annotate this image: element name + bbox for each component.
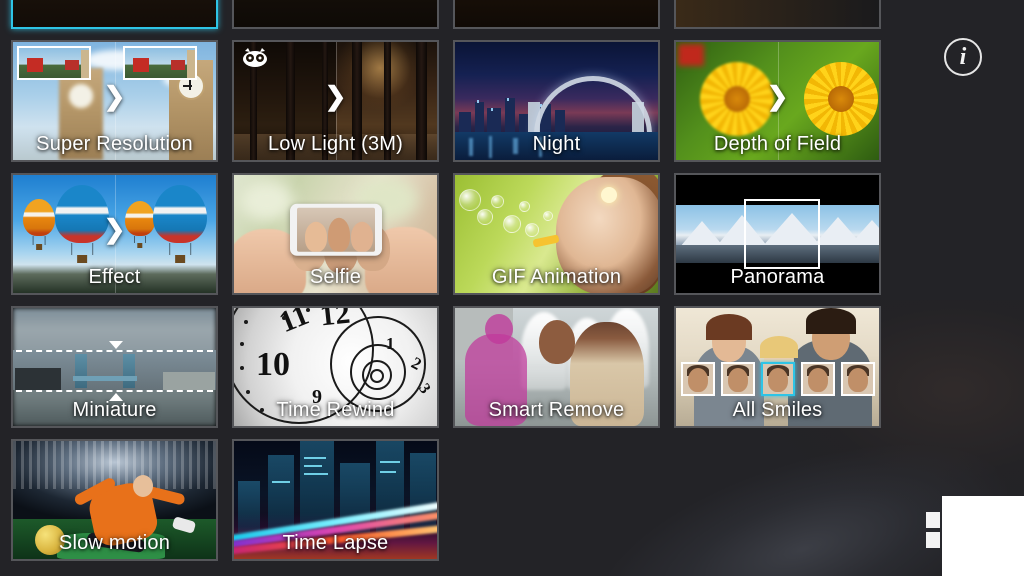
after-thumbnail: [123, 46, 197, 80]
mode-tile-gif-animation[interactable]: GIF Animation: [453, 173, 660, 295]
removed-subject-head: [485, 314, 513, 344]
tile-artwork: 11 12 10 1 2 9 3: [234, 308, 437, 426]
before-after-chevron-icon: ❯: [324, 81, 347, 112]
mode-tile-row0-b[interactable]: [232, 0, 439, 29]
mode-tile-miniature[interactable]: Miniature: [11, 306, 218, 428]
tile-artwork: [13, 308, 216, 426]
mode-tile-row0-a[interactable]: [11, 0, 218, 29]
tile-artwork: [13, 0, 216, 27]
face-thumbnail[interactable]: [800, 362, 835, 396]
before-after-chevron-icon: ❯: [766, 81, 789, 112]
clock-numeral: 10: [256, 346, 290, 383]
mode-tile-super-resolution[interactable]: ❯ Super Resolution: [11, 40, 218, 162]
info-circle-icon[interactable]: i: [944, 38, 982, 76]
mode-tile-row0-c[interactable]: [453, 0, 660, 29]
mode-tile-depth-of-field[interactable]: ❯ Depth of Field: [674, 40, 881, 162]
removed-subject-silhouette: [465, 334, 527, 426]
focus-marker-bottom-icon: [109, 393, 123, 401]
tile-artwork: [13, 441, 216, 559]
white-panel[interactable]: [942, 496, 1024, 576]
face-thumbnail[interactable]: [680, 362, 715, 396]
focus-band-top: [16, 350, 213, 352]
mode-tile-effect[interactable]: ❯ Effect: [11, 173, 218, 295]
grid-row: Slow motion Time Lapse: [11, 439, 901, 561]
before-thumbnail: [17, 46, 91, 80]
shooting-mode-grid: ❯ Super Resolution ❯ Low Light (3M) Nigh…: [11, 0, 901, 572]
mode-tile-slow-motion[interactable]: Slow motion: [11, 439, 218, 561]
face-thumbnail-selected[interactable]: [760, 362, 795, 396]
phone-mockup: [289, 203, 382, 256]
tile-artwork: [234, 441, 437, 559]
mode-tile-time-rewind[interactable]: 11 12 10 1 2 9 3 Time Rewind: [232, 306, 439, 428]
focus-marker-top-icon: [109, 341, 123, 349]
tile-artwork: [676, 0, 879, 27]
small-square-lower[interactable]: [926, 532, 940, 548]
face-thumbnail[interactable]: [720, 362, 755, 396]
mode-tile-row0-d[interactable]: [674, 0, 881, 29]
clock-numeral: 1: [386, 334, 395, 353]
camera-mode-screen: ❯ Super Resolution ❯ Low Light (3M) Nigh…: [0, 0, 1024, 576]
mode-tile-smart-remove[interactable]: Smart Remove: [453, 306, 660, 428]
panorama-viewfinder-frame: [744, 199, 820, 269]
clock-numeral: 9: [312, 386, 322, 408]
grid-row: Miniature 11 12 10 1 2 9 3 Time Rewind S…: [11, 306, 901, 428]
face-thumbnail[interactable]: [840, 362, 875, 396]
tile-artwork: [455, 308, 658, 426]
tile-artwork: [676, 175, 879, 293]
clock-numeral: 12: [318, 308, 352, 333]
face-thumbnail-strip[interactable]: [680, 362, 875, 396]
grid-row: [11, 0, 901, 29]
mode-tile-time-lapse[interactable]: Time Lapse: [232, 439, 439, 561]
small-square-upper[interactable]: [926, 512, 940, 528]
mode-tile-low-light[interactable]: ❯ Low Light (3M): [232, 40, 439, 162]
mode-tile-night[interactable]: Night: [453, 40, 660, 162]
focus-band-bottom: [16, 390, 213, 392]
tile-artwork: [455, 175, 658, 293]
grid-row: ❯ Effect Selfie GIF Animation Panorama: [11, 173, 901, 295]
mode-tile-panorama[interactable]: Panorama: [674, 173, 881, 295]
tile-artwork: [234, 175, 437, 293]
mode-tile-all-smiles[interactable]: All Smiles: [674, 306, 881, 428]
grid-row: ❯ Super Resolution ❯ Low Light (3M) Nigh…: [11, 40, 901, 162]
tile-artwork: [455, 42, 658, 160]
before-after-chevron-icon: ❯: [103, 214, 126, 245]
tile-artwork: [455, 0, 658, 27]
owl-icon: [242, 48, 268, 73]
tile-artwork: [676, 308, 879, 426]
tile-artwork: [234, 0, 437, 27]
mode-tile-selfie[interactable]: Selfie: [232, 173, 439, 295]
before-after-chevron-icon: ❯: [103, 81, 126, 112]
